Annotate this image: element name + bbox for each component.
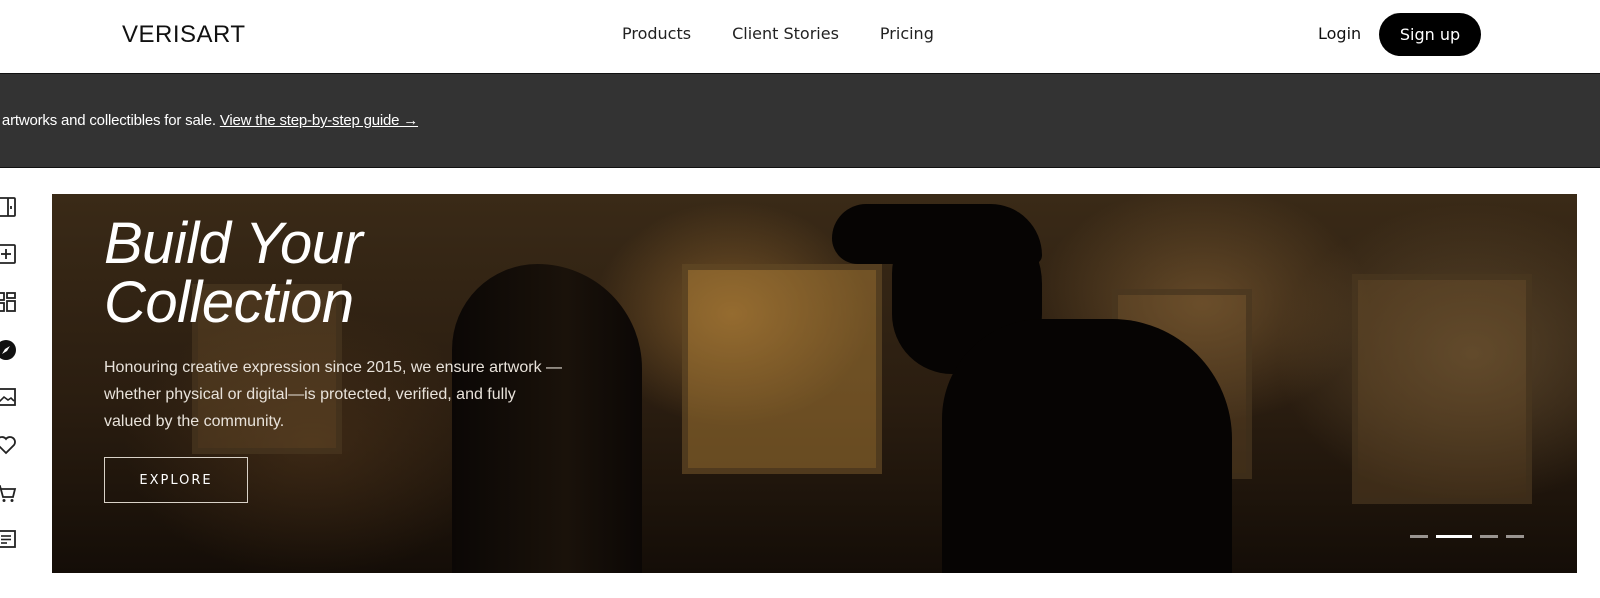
- man-silhouette-body: [942, 319, 1232, 573]
- panel-toggle-icon[interactable]: [0, 196, 17, 218]
- list-icon[interactable]: [0, 528, 17, 550]
- hero-carousel: Build Your Collection Honouring creative…: [52, 194, 1577, 573]
- add-square-icon[interactable]: [0, 243, 17, 265]
- carousel-dot-1[interactable]: [1410, 535, 1428, 538]
- banner-message: t artworks and collectibles for sale. Vi…: [0, 112, 418, 129]
- nav-client-stories[interactable]: Client Stories: [732, 24, 839, 43]
- cart-icon[interactable]: [0, 482, 17, 504]
- gallery-frame: [682, 264, 882, 474]
- nav-pricing[interactable]: Pricing: [880, 24, 934, 43]
- carousel-dot-4[interactable]: [1506, 535, 1524, 538]
- carousel-dot-3[interactable]: [1480, 535, 1498, 538]
- man-silhouette-cap: [832, 204, 1042, 264]
- hero-title-line-1: Build Your: [104, 211, 363, 276]
- compass-icon[interactable]: [0, 339, 17, 361]
- dashboard-grid-icon[interactable]: [0, 291, 17, 313]
- hero-title-line-2: Collection: [104, 270, 354, 335]
- explore-button[interactable]: EXPLORE: [104, 457, 248, 503]
- gallery-frame: [1352, 274, 1532, 504]
- main-nav: Products Client Stories Pricing: [622, 24, 934, 43]
- hero-description: Honouring creative expression since 2015…: [104, 359, 563, 430]
- announcement-banner: t artworks and collectibles for sale. Vi…: [0, 74, 1600, 168]
- step-by-step-guide-link[interactable]: View the step-by-step guide →: [220, 112, 418, 129]
- banner-text: t artworks and collectibles for sale.: [0, 112, 220, 129]
- nav-products[interactable]: Products: [622, 24, 691, 43]
- carousel-dot-2[interactable]: [1436, 535, 1472, 538]
- carousel-indicators: [1410, 535, 1524, 538]
- sign-up-button[interactable]: Sign up: [1379, 13, 1481, 56]
- heart-icon[interactable]: [0, 434, 17, 456]
- verisart-logo[interactable]: VERISART: [122, 21, 246, 49]
- hero-title: Build Your Collection: [104, 211, 363, 335]
- image-icon[interactable]: [0, 386, 17, 408]
- login-link[interactable]: Login: [1318, 24, 1361, 43]
- site-header: VERISART Products Client Stories Pricing…: [0, 0, 1600, 74]
